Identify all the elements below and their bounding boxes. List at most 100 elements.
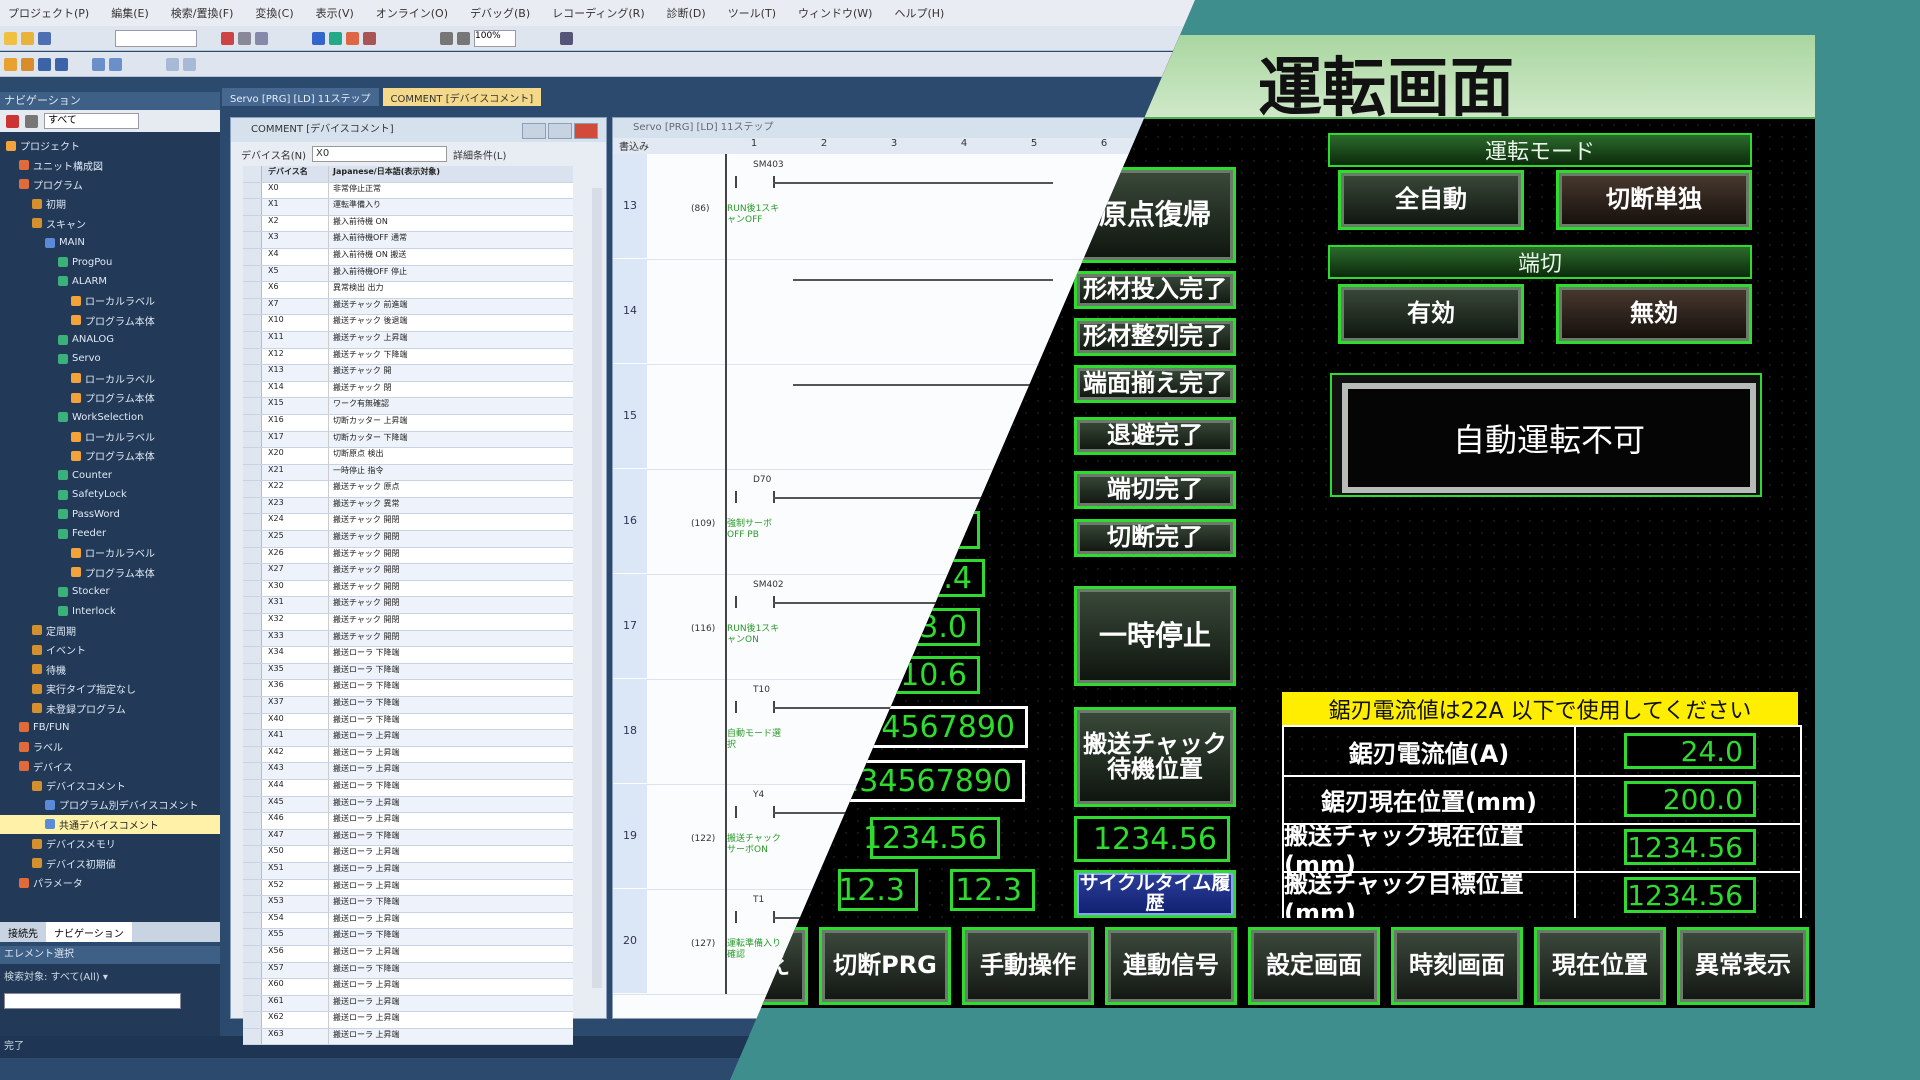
tab-connection[interactable]: 接続先 [0, 922, 46, 942]
copy-icon[interactable] [238, 31, 251, 45]
comment-cell[interactable]: 搬入前待機 ON 搬送 [329, 249, 573, 265]
device-cell[interactable]: X45 [262, 796, 329, 813]
device-cell[interactable]: X25 [262, 531, 329, 547]
contact-symbol[interactable] [735, 911, 775, 923]
menu-item-4[interactable]: 表示(V) [316, 5, 354, 21]
table-row[interactable]: X30 搬送チャック 開閉 [243, 580, 573, 598]
device-cell[interactable]: X47 [262, 829, 329, 846]
device-cell[interactable]: X24 [262, 514, 329, 531]
contact-symbol[interactable] [735, 491, 775, 503]
table-row[interactable]: X45 搬送ローラ 上昇端 [243, 796, 573, 814]
table-row[interactable]: X7 搬送チャック 前進端 [243, 298, 573, 316]
comment-cell[interactable]: 搬送ローラ 上昇端 [329, 747, 573, 763]
retract-complete-button[interactable]: 退避完了 [1074, 417, 1236, 455]
comment-cell[interactable]: 搬送チャック 開閉 [329, 531, 573, 547]
close-button[interactable] [574, 123, 598, 139]
contact-symbol[interactable] [735, 176, 775, 188]
tree-node[interactable]: プログラム別デバイスコメント [0, 795, 220, 814]
table-row[interactable]: X15 ワーク有無確認 [243, 398, 573, 415]
comment-cell[interactable]: 搬送ローラ 下降端 [329, 680, 573, 696]
comment-cell[interactable]: 搬送チャック 開閉 [329, 581, 573, 597]
tree-node[interactable]: プログラム本体 [0, 446, 220, 465]
convert-icon[interactable] [4, 57, 17, 71]
comment-cell[interactable]: 搬送ローラ 上昇端 [329, 979, 573, 995]
table-row[interactable]: X52 搬送ローラ 上昇端 [243, 879, 573, 897]
device-cell[interactable]: X50 [262, 846, 329, 862]
contact-symbol[interactable] [735, 806, 775, 818]
comment-cell[interactable]: 搬送ローラ 下降端 [329, 780, 573, 796]
element-search-input[interactable] [4, 993, 181, 1009]
table-row[interactable]: X14 搬送チャック 閉 [243, 381, 573, 399]
tree-node[interactable]: ANALOG [0, 330, 220, 349]
maximize-button[interactable] [548, 123, 572, 139]
device-cell[interactable]: X57 [262, 962, 329, 979]
table-row[interactable]: X25 搬送チャック 開閉 [243, 531, 573, 548]
comment-cell[interactable]: 搬送ローラ 下降端 [329, 697, 573, 713]
layout-icon[interactable] [55, 57, 68, 71]
zoom-out-icon[interactable] [457, 31, 470, 45]
comment-cell[interactable]: 搬送ローラ 上昇端 [329, 846, 573, 862]
tree-node[interactable]: ローカルラベル [0, 543, 220, 562]
tree-node[interactable]: プログラム本体 [0, 563, 220, 582]
table-row[interactable]: X5 搬入前待機OFF 停止 [243, 265, 573, 283]
comment-cell[interactable]: 搬送ローラ 上昇端 [329, 813, 573, 829]
device-cell[interactable]: X36 [262, 680, 329, 696]
table-row[interactable]: X2 搬入前待機 ON [243, 215, 573, 233]
table-row[interactable]: X32 搬送チャック 開閉 [243, 614, 573, 631]
table-row[interactable]: X53 搬送ローラ 下降端 [243, 896, 573, 913]
save-icon[interactable] [38, 31, 51, 45]
monitor-icon[interactable] [329, 31, 342, 45]
comment-cell[interactable]: 非常停止正常 [329, 183, 573, 199]
tree-node[interactable]: デバイスコメント [0, 776, 220, 795]
menu-item-1[interactable]: 編集(E) [111, 5, 149, 21]
comment-cell[interactable]: 搬送ローラ 上昇端 [329, 913, 573, 929]
bottom-nav-button[interactable]: 時刻画面 [1391, 927, 1523, 1005]
tree-node[interactable]: プロジェクト [0, 136, 220, 155]
device-cell[interactable]: X21 [262, 464, 329, 481]
comment-cell[interactable]: 搬送ローラ 下降端 [329, 714, 573, 730]
device-cell[interactable]: X40 [262, 713, 329, 730]
comment-cell[interactable]: 搬送ローラ 下降端 [329, 647, 573, 663]
search-icon[interactable] [166, 57, 179, 71]
tree-node[interactable]: パラメータ [0, 873, 220, 892]
open-icon[interactable] [21, 31, 34, 45]
comment-cell[interactable]: 搬送チャック 開閉 [329, 564, 573, 580]
comment-cell[interactable]: 搬送ローラ 下降端 [329, 896, 573, 912]
tree-node[interactable]: イベント [0, 640, 220, 659]
comment-cell[interactable]: 搬送チャック 開閉 [329, 614, 573, 630]
table-row[interactable]: X37 搬送ローラ 下降端 [243, 697, 573, 714]
project-combo[interactable] [115, 29, 197, 47]
device-cell[interactable]: X46 [262, 813, 329, 829]
end-face-aligned-button[interactable]: 端面揃え完了 [1074, 365, 1236, 403]
chuck-standby-button[interactable]: 搬送チャック待機位置 [1074, 707, 1236, 807]
compile-icon[interactable] [21, 57, 34, 71]
material-loaded-button[interactable]: 形材投入完了 [1074, 271, 1236, 309]
device-cell[interactable]: X51 [262, 862, 329, 879]
device-cell[interactable]: X30 [262, 580, 329, 597]
table-row[interactable]: X27 搬送チャック 開閉 [243, 564, 573, 581]
comment-cell[interactable]: 搬送チャック 閉 [329, 382, 573, 398]
device-cell[interactable]: X7 [262, 298, 329, 315]
read-plc-icon[interactable] [363, 31, 376, 45]
minimize-button[interactable] [522, 123, 546, 139]
window-icon[interactable] [38, 57, 51, 71]
cut-complete-button[interactable]: 切断完了 [1074, 519, 1236, 557]
device-cell[interactable]: X6 [262, 282, 329, 298]
table-row[interactable]: X34 搬送ローラ 下降端 [243, 647, 573, 664]
tree-node[interactable]: プログラム本体 [0, 388, 220, 407]
device-cell[interactable]: X16 [262, 414, 329, 431]
device-cell[interactable]: X32 [262, 614, 329, 630]
tab-navigation[interactable]: ナビゲーション [46, 922, 132, 942]
device-cell[interactable]: X27 [262, 564, 329, 580]
write-plc-icon[interactable] [346, 31, 359, 45]
comment-cell[interactable]: 搬送チャック 開閉 [329, 548, 573, 564]
device-cell[interactable]: X12 [262, 348, 329, 365]
table-row[interactable]: X13 搬送チャック 開 [243, 365, 573, 382]
comment-cell[interactable]: 搬送チャック 上昇端 [329, 332, 573, 348]
comment-cell[interactable]: 搬送ローラ 下降端 [329, 963, 573, 979]
comment-cell[interactable]: 搬送チャック 後退端 [329, 315, 573, 331]
device-cell[interactable]: X41 [262, 730, 329, 746]
bottom-nav-button[interactable]: 現在位置 [1534, 927, 1666, 1005]
menu-item-3[interactable]: 変換(C) [255, 5, 293, 21]
table-row[interactable]: X60 搬送ローラ 上昇端 [243, 979, 573, 996]
